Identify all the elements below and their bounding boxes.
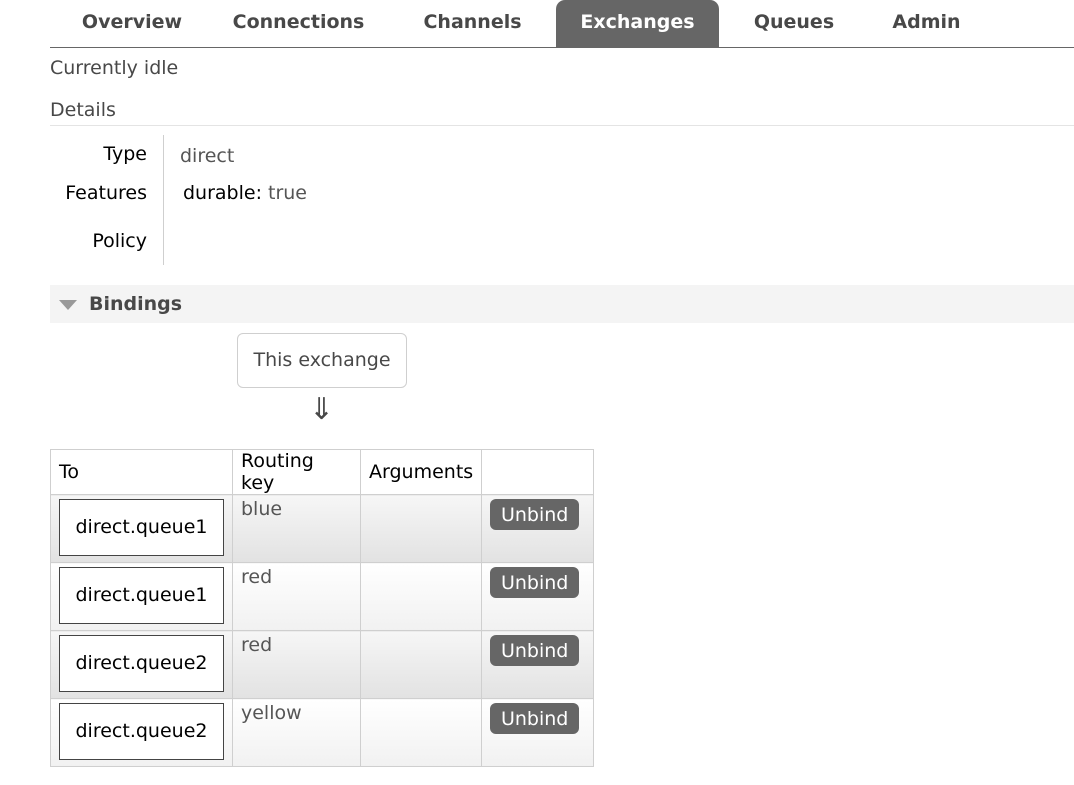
table-header-row: To Routing key Arguments [50, 449, 595, 495]
table-row: direct.queue2 yellow Unbind [50, 698, 595, 767]
this-exchange-box: This exchange [237, 333, 407, 388]
queue-link[interactable]: direct.queue1 [59, 567, 224, 624]
cell-routing-key: red [232, 562, 361, 631]
unbind-button[interactable]: Unbind [490, 635, 580, 666]
cell-arguments [359, 698, 483, 767]
down-arrow-icon: ⇓ [309, 392, 335, 427]
tab-admin[interactable]: Admin [880, 0, 973, 47]
column-header-arguments: Arguments [359, 449, 483, 495]
details-table: Type Features Policy [50, 135, 164, 265]
unbind-button[interactable]: Unbind [490, 499, 580, 530]
cell-to: direct.queue2 [50, 630, 233, 699]
status-text: Currently idle [50, 57, 179, 79]
cell-to: direct.queue2 [50, 698, 233, 767]
cell-arguments [359, 630, 483, 699]
cell-routing-key: red [232, 630, 361, 699]
routing-key-value: yellow [241, 702, 302, 724]
bindings-section-header[interactable]: Bindings [50, 285, 1074, 323]
tab-exchanges[interactable]: Exchanges [556, 0, 719, 47]
tab-queues[interactable]: Queues [740, 0, 848, 47]
routing-key-value: red [241, 634, 273, 656]
tab-overview[interactable]: Overview [58, 0, 206, 47]
queue-link[interactable]: direct.queue1 [59, 499, 224, 556]
collapse-triangle-icon[interactable] [59, 300, 77, 310]
cell-to: direct.queue1 [50, 562, 233, 631]
type-value: direct [180, 145, 235, 167]
unbind-button[interactable]: Unbind [490, 703, 580, 734]
feature-durable-key: durable: [183, 182, 262, 204]
type-label: Type [103, 143, 147, 165]
cell-routing-key: blue [232, 494, 361, 563]
tab-connections[interactable]: Connections [216, 0, 381, 47]
column-header-to: To [50, 449, 233, 495]
table-row: direct.queue2 red Unbind [50, 630, 595, 699]
features-value: durable: true [183, 182, 307, 204]
section-divider [50, 125, 1074, 126]
details-section-title: Details [50, 99, 116, 121]
table-row: direct.queue1 red Unbind [50, 562, 595, 631]
column-header-actions [481, 449, 595, 495]
cell-actions: Unbind [481, 630, 595, 699]
bindings-table: To Routing key Arguments direct.queue1 b… [50, 449, 595, 767]
policy-label: Policy [92, 230, 147, 252]
cell-actions: Unbind [481, 494, 595, 563]
unbind-button[interactable]: Unbind [490, 567, 580, 598]
cell-arguments [359, 562, 483, 631]
cell-arguments [359, 494, 483, 563]
cell-actions: Unbind [481, 562, 595, 631]
tab-channels[interactable]: Channels [410, 0, 535, 47]
main-nav-tabs: Overview Connections Channels Exchanges … [50, 0, 1074, 48]
column-header-routing-key: Routing key [232, 449, 361, 495]
queue-link[interactable]: direct.queue2 [59, 703, 224, 760]
cell-actions: Unbind [481, 698, 595, 767]
cell-routing-key: yellow [232, 698, 361, 767]
cell-to: direct.queue1 [50, 494, 233, 563]
feature-durable-value: true [268, 182, 307, 204]
features-label: Features [65, 182, 147, 204]
routing-key-value: blue [241, 498, 283, 520]
routing-key-value: red [241, 566, 273, 588]
table-row: direct.queue1 blue Unbind [50, 494, 595, 563]
queue-link[interactable]: direct.queue2 [59, 635, 224, 692]
bindings-section-title: Bindings [89, 293, 183, 315]
